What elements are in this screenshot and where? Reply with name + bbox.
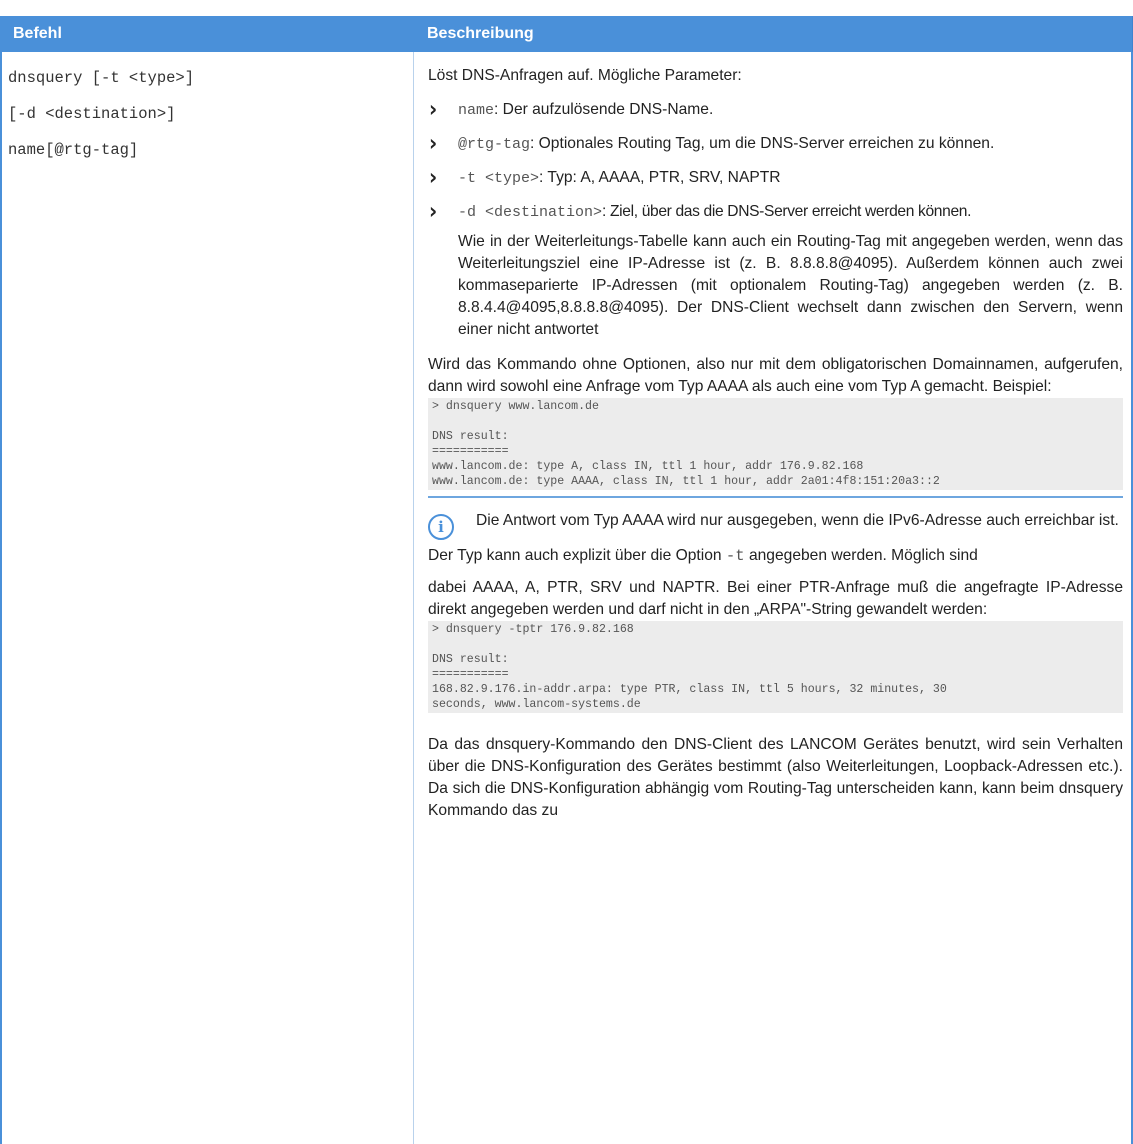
ptr-paragraph: dabei AAAA, A, PTR, SRV und NAPTR. Bei e… [428, 579, 1123, 618]
option-code: -t <type> [458, 170, 540, 187]
option-item: › -t <type>: Typ: A, AAAA, PTR, SRV, NAPT… [428, 163, 1123, 191]
command-line: dnsquery [-t <type>] [8, 69, 195, 87]
final-paragraph: Da das dnsquery-Kommando den DNS-Client … [428, 736, 1123, 819]
description-cell: Löst DNS-Anfragen auf. Mögliche Paramete… [414, 52, 1131, 1144]
option-text: : Typ: A, AAAA, PTR, SRV, NAPTR [539, 169, 781, 186]
note-text: Die Antwort vom Typ AAAA wird nur ausgeg… [476, 512, 1119, 529]
table-row: dnsquery [-t <type>] [-d <destination>] … [0, 52, 1133, 1144]
command-table: Befehl Beschreibung dnsquery [-t <type>]… [0, 16, 1133, 1144]
code-example-2: > dnsquery -tptr 176.9.82.168 DNS result… [428, 621, 1123, 713]
chevron-right-icon: › [429, 129, 438, 157]
option-text: : Der aufzulösende DNS-Name. [494, 101, 714, 118]
code-example-1: > dnsquery www.lancom.de DNS result: ===… [428, 398, 1123, 490]
info-icon: i [428, 514, 454, 540]
chevron-right-icon: › [429, 95, 438, 123]
command-line: [-d <destination>] [8, 105, 176, 123]
default-paragraph: Wird das Kommando ohne Optionen, also nu… [428, 356, 1123, 395]
chevron-right-icon: › [429, 197, 438, 225]
info-note: i Die Antwort vom Typ AAAA wird nur ausg… [428, 510, 1123, 540]
option-code: name [458, 102, 495, 119]
command-cell: dnsquery [-t <type>] [-d <destination>] … [2, 52, 414, 1144]
type-text-b: angegeben werden. Möglich sind [744, 547, 978, 564]
type-text-a: Der Typ kann auch explizit über die Opti… [428, 547, 726, 564]
destination-note: Wie in der Weiterleitungs-Tabelle kann a… [458, 233, 1123, 338]
command-line: name[@rtg-tag] [8, 141, 139, 159]
option-item: › name: Der aufzulösende DNS-Name. [428, 95, 1123, 123]
option-code: @rtg-tag [458, 136, 531, 153]
option-code: -d <destination> [458, 204, 603, 221]
header-befehl: Befehl [13, 25, 62, 42]
option-item: › -d <destination>: Ziel, über das die DN… [428, 197, 1123, 225]
divider [428, 496, 1123, 498]
header-beschreibung: Beschreibung [427, 25, 534, 42]
intro-text: Löst DNS-Anfragen auf. Mögliche Paramete… [428, 67, 742, 84]
type-paragraph: Der Typ kann auch explizit über die Opti… [428, 545, 1123, 567]
option-text: : Optionales Routing Tag, um die DNS-Ser… [530, 135, 995, 152]
option-item: › @rtg-tag: Optionales Routing Tag, um di… [428, 129, 1123, 157]
type-code: -t [725, 547, 745, 565]
document-page: Befehl Beschreibung dnsquery [-t <type>]… [0, 0, 1133, 1144]
chevron-right-icon: › [429, 163, 438, 191]
option-text: : Ziel, über das die DNS-Server erreicht… [602, 203, 972, 220]
table-header: Befehl Beschreibung [0, 16, 1133, 52]
